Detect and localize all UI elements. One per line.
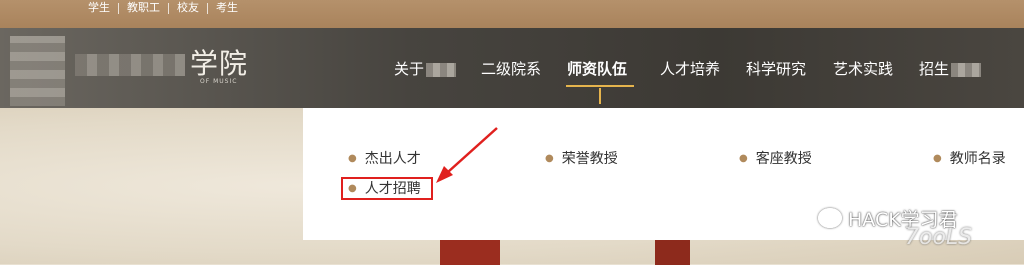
dropdown-connector — [599, 88, 601, 104]
top-link-alumni[interactable]: 校友 — [169, 0, 207, 16]
dropdown-item-faculty-directory[interactable]: ● 教师名录 — [933, 149, 1006, 169]
top-link-applicants[interactable]: 考生 — [208, 0, 246, 16]
bullet-icon: ● — [933, 153, 942, 164]
dropdown-item-distinguished-talents[interactable]: ● 杰出人才 — [348, 149, 421, 169]
top-link-students[interactable]: 学生 — [80, 0, 118, 16]
logo-emblem[interactable] — [10, 36, 65, 106]
active-tab-underline — [566, 85, 634, 87]
nav-item-education[interactable]: 人才培养 — [660, 58, 720, 80]
dropdown-item-label: 教师名录 — [949, 151, 1006, 167]
wechat-icon — [818, 208, 842, 228]
annotation-highlight-box — [341, 177, 433, 200]
top-link-staff[interactable]: 教职工 — [119, 0, 168, 16]
logo-calligraphy: 学院 — [190, 47, 249, 80]
bullet-icon: ● — [739, 153, 748, 164]
dropdown-item-label: 杰出人才 — [364, 151, 421, 167]
dropdown-item-label: 荣誉教授 — [561, 151, 618, 167]
nav-item-research[interactable]: 科学研究 — [746, 58, 806, 80]
nav-item-art-practice[interactable]: 艺术实践 — [833, 58, 893, 80]
nav-item-about[interactable]: 关于 — [394, 58, 457, 80]
top-utility-bar: 学生 教职工 校友 考生 — [0, 0, 1024, 28]
bullet-icon: ● — [348, 153, 357, 164]
nav-item-departments[interactable]: 二级院系 — [481, 58, 541, 80]
nav-item-label: 招生 — [919, 60, 950, 78]
nav-item-faculty[interactable]: 师资队伍 — [567, 58, 627, 80]
dropdown-item-honorary-professors[interactable]: ● 荣誉教授 — [545, 149, 618, 169]
watermark-sub: 7ooLS — [905, 225, 973, 250]
nav-item-label: 关于 — [394, 60, 425, 78]
dropdown-item-visiting-professors[interactable]: ● 客座教授 — [739, 149, 812, 169]
nav-item-admissions[interactable]: 招生 — [919, 58, 982, 80]
bullet-icon: ● — [545, 153, 554, 164]
logo-subtitle: OF MUSIC — [200, 78, 238, 85]
redacted-text — [951, 62, 982, 77]
main-navbar: 学院 OF MUSIC 关于 二级院系 师资队伍 人才培养 科学研究 艺术实践 … — [0, 28, 1024, 108]
redacted-text — [426, 62, 457, 77]
dropdown-item-label: 客座教授 — [755, 151, 812, 167]
logo-name-blurred — [75, 54, 185, 76]
top-links: 学生 教职工 校友 考生 — [80, 0, 246, 16]
